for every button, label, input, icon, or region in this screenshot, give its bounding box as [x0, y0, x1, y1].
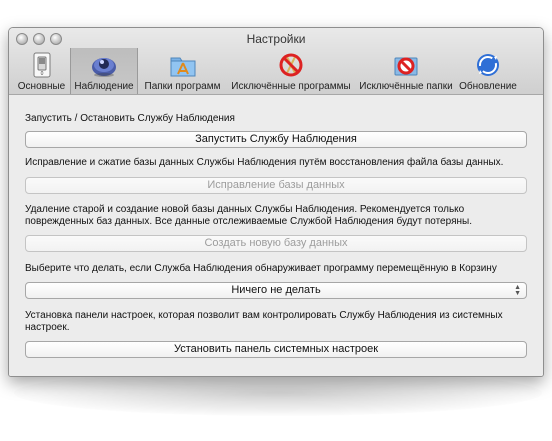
tab-label: Исключённые программы [231, 81, 351, 92]
tab-app-folders[interactable]: Папки программ [141, 48, 224, 94]
recreate-label-line1: Удаление старой и создание новой базы да… [25, 204, 465, 215]
start-service-button[interactable]: Запустить Службу Наблюдения [25, 131, 527, 148]
window-toolbar: Настройки 0 Основные Наблюдение Папки пр… [9, 28, 543, 95]
select-arrows-icon: ▲ ▼ [514, 284, 521, 297]
trash-action-label: Выберите что делать, если Служба Наблюде… [25, 263, 497, 274]
svg-text:0: 0 [40, 71, 43, 77]
prefpane-label-line1: Установка панели настроек, которая позво… [25, 310, 503, 321]
tab-general[interactable]: 0 Основные [14, 48, 69, 94]
trash-action-value: Ничего не делать [231, 284, 321, 296]
start-stop-label: Запустить / Остановить Службу Наблюдения [25, 113, 235, 124]
recreate-label-line2: поврежденных баз данных. Все данные отсл… [25, 216, 472, 227]
eye-lens-icon [92, 58, 116, 77]
tab-update[interactable]: Обновление [457, 48, 519, 94]
tab-monitoring[interactable]: Наблюдение [70, 48, 138, 94]
trash-action-select[interactable]: Ничего не делать ▲ ▼ [25, 282, 527, 299]
window-title: Настройки [246, 32, 306, 46]
tab-label: Основные [17, 81, 66, 92]
repair-label: Исправление и сжатие базы данных Службы … [25, 157, 504, 168]
monitoring-pane: Запустить / Остановить Службу Наблюдения… [9, 95, 543, 376]
tab-label: Исключённые папки [359, 81, 453, 92]
switch-icon: 0 [33, 52, 50, 78]
prohibited-folder-icon [394, 57, 418, 76]
prefpane-label-line2: настроек. [25, 322, 70, 333]
update-globe-icon [477, 54, 499, 76]
tab-label: Обновление [459, 81, 517, 92]
tab-label: Наблюдение [74, 81, 134, 92]
create-database-button[interactable]: Создать новую базу данных [25, 235, 527, 252]
screenshot-stage: Настройки 0 Основные Наблюдение Папки пр… [0, 0, 552, 441]
repair-database-button[interactable]: Исправление базы данных [25, 177, 527, 194]
applications-folder-icon [170, 57, 195, 77]
tab-excluded-apps[interactable]: Исключённые программы [227, 48, 355, 94]
tab-label: Папки программ [144, 81, 221, 92]
preferences-window: Настройки 0 Основные Наблюдение Папки пр… [8, 27, 544, 377]
prohibited-app-icon [279, 53, 303, 77]
tab-excluded-folders[interactable]: Исключённые папки [357, 48, 455, 94]
install-prefpane-button[interactable]: Установить панель системных настроек [25, 341, 527, 358]
